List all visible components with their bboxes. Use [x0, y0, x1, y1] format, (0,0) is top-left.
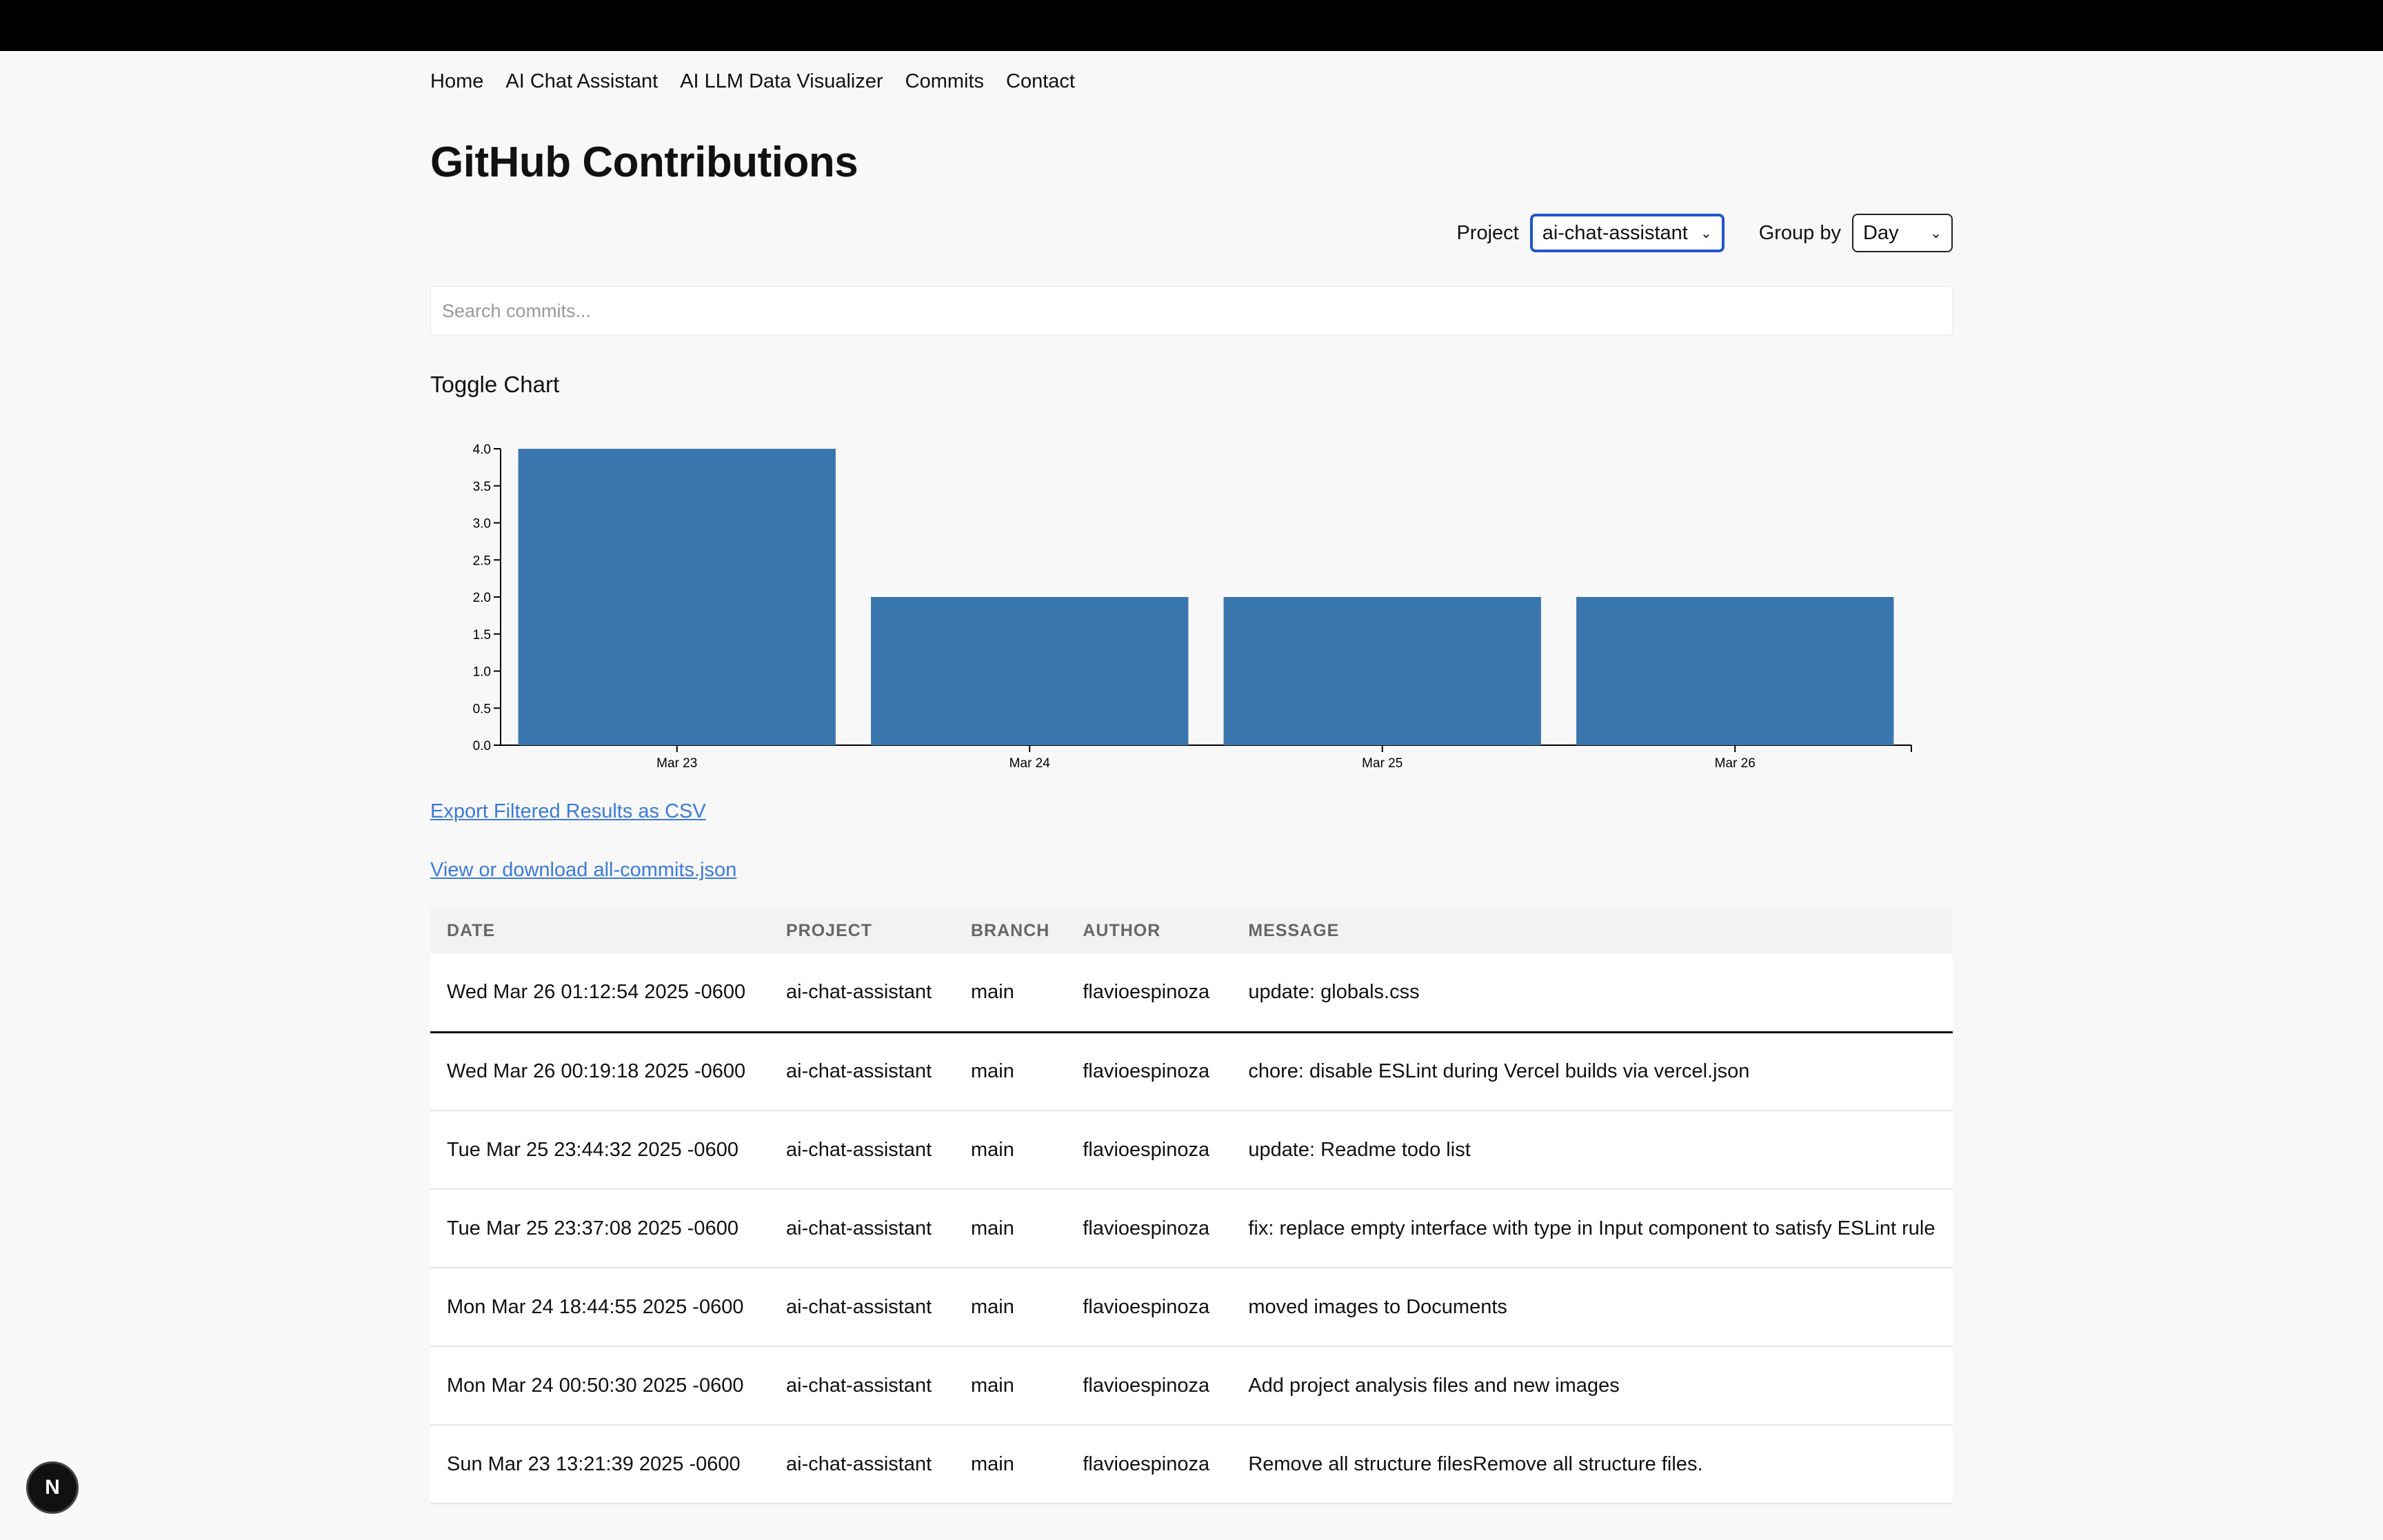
cell-project: ai-chat-assistant: [770, 1346, 954, 1426]
header-author: AUTHOR: [1083, 920, 1161, 940]
table-row: Mon Mar 24 00:50:30 2025 -0600 ai-chat-as…: [430, 1346, 1953, 1426]
x-tick-label: Mar 24: [1009, 756, 1051, 771]
nav-contact[interactable]: Contact: [1006, 70, 1075, 93]
header-project: PROJECT: [786, 920, 873, 940]
cell-author: flavioespinoza: [1066, 1268, 1232, 1347]
header-date: DATE: [447, 920, 496, 940]
cell-author: flavioespinoza: [1066, 1189, 1232, 1268]
cell-date: Tue Mar 25 23:37:08 2025 -0600: [430, 1189, 770, 1268]
table-row: Tue Mar 25 23:37:08 2025 -0600 ai-chat-as…: [430, 1189, 1953, 1268]
group-by-select[interactable]: Day ⌄: [1852, 214, 1953, 252]
cell-branch: main: [954, 953, 1067, 1033]
bar-mar-23: [518, 449, 836, 745]
cell-branch: main: [954, 1032, 1067, 1111]
y-tick-label: 2.5: [473, 554, 491, 568]
cell-message: update: Readme todo list: [1231, 1111, 1953, 1190]
cell-project: ai-chat-assistant: [770, 1111, 954, 1190]
nextjs-dev-badge[interactable]: N: [26, 1461, 79, 1514]
group-by-select-value: Day: [1863, 221, 1899, 244]
view-json-link[interactable]: View or download all-commits.json: [430, 859, 1953, 882]
page-container: Home AI Chat Assistant AI LLM Data Visua…: [430, 51, 1953, 1504]
nextjs-logo-icon: N: [45, 1476, 60, 1499]
cell-project: ai-chat-assistant: [770, 1032, 954, 1111]
y-tick-label: 4.0: [473, 443, 491, 457]
export-csv-link[interactable]: Export Filtered Results as CSV: [430, 800, 1953, 823]
table-header-row: DATE PROJECT BRANCH AUTHOR MESSAGE: [430, 908, 1953, 953]
cell-message: chore: disable ESLint during Vercel buil…: [1231, 1032, 1953, 1111]
group-by-label: Group by: [1758, 221, 1841, 244]
cell-author: flavioespinoza: [1066, 953, 1232, 1033]
header-message: MESSAGE: [1248, 920, 1340, 940]
y-tick-label: 3.0: [473, 517, 491, 531]
table-row: Wed Mar 26 00:19:18 2025 -0600 ai-chat-as…: [430, 1032, 1953, 1111]
cell-date: Wed Mar 26 01:12:54 2025 -0600: [430, 953, 770, 1033]
cell-author: flavioespinoza: [1066, 1425, 1232, 1504]
x-tick-label: Mar 25: [1362, 756, 1402, 771]
x-tick-label: Mar 23: [656, 756, 697, 771]
y-tick-label: 1.0: [473, 665, 491, 680]
cell-project: ai-chat-assistant: [770, 953, 954, 1033]
cell-branch: main: [954, 1268, 1067, 1347]
project-select[interactable]: ai-chat-assistant ⌄: [1529, 214, 1725, 252]
table-row: Sun Mar 23 13:21:39 2025 -0600 ai-chat-as…: [430, 1425, 1953, 1504]
cell-date: Wed Mar 26 00:19:18 2025 -0600: [430, 1032, 770, 1111]
bar-mar-24: [871, 597, 1189, 745]
cell-message: update: globals.css: [1231, 953, 1953, 1033]
project-label: Project: [1456, 221, 1519, 244]
search-placeholder: Search commits...: [442, 300, 592, 321]
toggle-chart-button[interactable]: Toggle Chart: [430, 372, 1953, 398]
nav-ai-chat-assistant[interactable]: AI Chat Assistant: [505, 70, 658, 93]
cell-project: ai-chat-assistant: [770, 1425, 954, 1504]
cell-project: ai-chat-assistant: [770, 1268, 954, 1347]
cell-branch: main: [954, 1111, 1067, 1190]
page-title: GitHub Contributions: [430, 139, 858, 186]
y-tick-label: 0.0: [473, 739, 491, 753]
table-row: Mon Mar 24 18:44:55 2025 -0600 ai-chat-as…: [430, 1268, 1953, 1347]
cell-message: Add project analysis files and new image…: [1231, 1346, 1953, 1426]
table-body: Wed Mar 26 01:12:54 2025 -0600 ai-chat-as…: [430, 953, 1953, 1504]
table-row: Wed Mar 26 01:12:54 2025 -0600 ai-chat-as…: [430, 953, 1953, 1033]
cell-author: flavioespinoza: [1066, 1346, 1232, 1426]
browser-top-bar: [0, 0, 2383, 51]
commits-bar-chart: 0.0 0.5 1.0 1.5 2.0 2.5 3.0 3.5 4.0 Mar 23 Mar 24 M…: [430, 418, 1953, 791]
project-select-value: ai-chat-assistant: [1542, 221, 1688, 244]
cell-author: flavioespinoza: [1066, 1032, 1232, 1111]
cell-author: flavioespinoza: [1066, 1111, 1232, 1190]
cell-date: Sun Mar 23 13:21:39 2025 -0600: [430, 1425, 770, 1504]
cell-project: ai-chat-assistant: [770, 1189, 954, 1268]
y-tick-label: 0.5: [473, 702, 491, 716]
cell-message: Remove all structure filesRemove all str…: [1231, 1425, 1953, 1504]
bar-mar-25: [1223, 597, 1541, 745]
chart-svg: 0.0 0.5 1.0 1.5 2.0 2.5 3.0 3.5 4.0 Mar 23 Mar 24 M…: [473, 443, 1912, 771]
header-branch: BRANCH: [971, 920, 1050, 940]
cell-branch: main: [954, 1346, 1067, 1426]
cell-message: fix: replace empty interface with type i…: [1231, 1189, 1953, 1268]
bar-mar-26: [1576, 597, 1894, 745]
nav-ai-llm-data-visualizer[interactable]: AI LLM Data Visualizer: [680, 70, 883, 93]
search-input[interactable]: Search commits...: [430, 286, 1953, 336]
y-tick-label: 3.5: [473, 480, 491, 494]
cell-date: Mon Mar 24 00:50:30 2025 -0600: [430, 1346, 770, 1426]
chevron-down-icon: ⌄: [1930, 225, 1942, 241]
x-tick-label: Mar 26: [1715, 756, 1756, 771]
commits-table: DATE PROJECT BRANCH AUTHOR MESSAGE Wed M…: [430, 908, 1953, 1504]
filter-controls: Project ai-chat-assistant ⌄ Group by Day…: [430, 213, 1953, 253]
cell-date: Tue Mar 25 23:44:32 2025 -0600: [430, 1111, 770, 1190]
y-tick-label: 1.5: [473, 628, 491, 642]
main-nav: Home AI Chat Assistant AI LLM Data Visua…: [430, 51, 1953, 112]
cell-branch: main: [954, 1189, 1067, 1268]
export-links: Export Filtered Results as CSV View or d…: [430, 800, 1953, 882]
cell-date: Mon Mar 24 18:44:55 2025 -0600: [430, 1268, 770, 1347]
cell-branch: main: [954, 1425, 1067, 1504]
nav-commits[interactable]: Commits: [905, 70, 984, 93]
cell-message: moved images to Documents: [1231, 1268, 1953, 1347]
table-row: Tue Mar 25 23:44:32 2025 -0600 ai-chat-as…: [430, 1111, 1953, 1190]
y-tick-label: 2.0: [473, 591, 491, 605]
nav-home[interactable]: Home: [430, 70, 483, 93]
chevron-down-icon: ⌄: [1700, 225, 1712, 241]
